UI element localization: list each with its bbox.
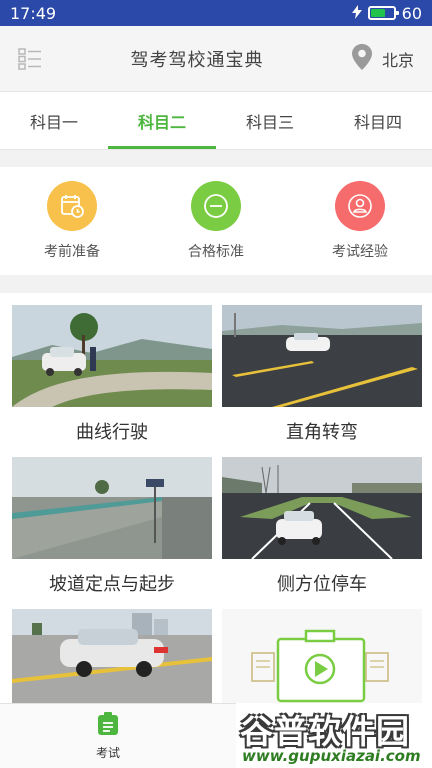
tab-label: 科目二 [137, 112, 186, 132]
tab-subject-1[interactable]: 科目一 [0, 92, 108, 149]
quick-actions: 考前准备 合格标准 考试经验 [0, 167, 432, 275]
watermark-logo: 谷普软件园 www.gupuxiazai.com [236, 703, 432, 768]
status-bar: 17:49 60 [0, 0, 432, 26]
app-header: 驾考驾校通宝典 北京 [0, 26, 432, 92]
exam-prep-button[interactable]: 考前准备 [0, 167, 144, 275]
location-selector[interactable]: 北京 [351, 43, 414, 74]
lesson-title: 坡道定点与起步 [49, 574, 175, 595]
menu-list-icon[interactable] [18, 47, 42, 71]
lesson-title: 曲线行驶 [76, 422, 148, 443]
location-name: 北京 [381, 50, 414, 70]
battery-icon [367, 6, 399, 20]
tab-label: 科目一 [29, 112, 78, 132]
status-indicators: 60 [351, 3, 422, 23]
watermark-url: www.gupuxiazai.com [242, 747, 421, 765]
lesson-title: 直角转弯 [286, 422, 358, 443]
lesson-card-right-angle-turn[interactable]: 直角转弯 [222, 305, 422, 455]
nav-exam-label: 考试 [95, 745, 120, 760]
tab-subject-2[interactable]: 科目二 [108, 92, 216, 149]
minus-circle-icon [191, 181, 241, 231]
quick-action-label: 考试经验 [332, 244, 388, 260]
lesson-card-video[interactable] [222, 609, 422, 709]
calendar-clock-icon [47, 181, 97, 231]
charging-icon [351, 4, 362, 23]
nav-exam[interactable]: 考试 [0, 704, 216, 768]
battery-percent: 60 [401, 3, 422, 23]
lesson-title: 侧方位停车 [277, 574, 367, 595]
video-camera-icon [251, 629, 389, 703]
tab-label: 科目四 [353, 112, 402, 132]
lesson-card-curve-driving[interactable]: 曲线行驶 [12, 305, 212, 455]
quick-action-label: 考前准备 [44, 244, 100, 260]
app-title: 驾考驾校通宝典 [130, 49, 264, 71]
user-icon [335, 181, 385, 231]
lesson-photo [222, 457, 422, 559]
tab-label: 科目三 [245, 112, 294, 132]
status-time: 17:49 [10, 3, 57, 23]
battery-fill [370, 9, 386, 17]
lesson-photo [12, 305, 212, 407]
lesson-photo [12, 609, 212, 711]
lesson-card-slope-start[interactable]: 坡道定点与起步 [12, 457, 212, 607]
watermark-brand: 谷普软件园 [240, 712, 410, 751]
clipboard-icon [97, 711, 119, 740]
lesson-grid: 曲线行驶 直角转弯 坡道定点与起步 侧方位停车 [0, 293, 432, 713]
quick-action-label: 合格标准 [188, 244, 244, 260]
tab-subject-3[interactable]: 科目三 [216, 92, 324, 149]
subject-tabs: 科目一 科目二 科目三 科目四 [0, 92, 432, 150]
lesson-photo [12, 457, 212, 559]
lesson-card-side-parking[interactable]: 侧方位停车 [222, 457, 422, 607]
location-pin-icon [351, 43, 372, 74]
lesson-card-5[interactable] [12, 609, 212, 711]
exam-experience-button[interactable]: 考试经验 [288, 167, 432, 275]
pass-standard-button[interactable]: 合格标准 [144, 167, 288, 275]
lesson-photo [222, 305, 422, 407]
tab-subject-4[interactable]: 科目四 [324, 92, 432, 149]
